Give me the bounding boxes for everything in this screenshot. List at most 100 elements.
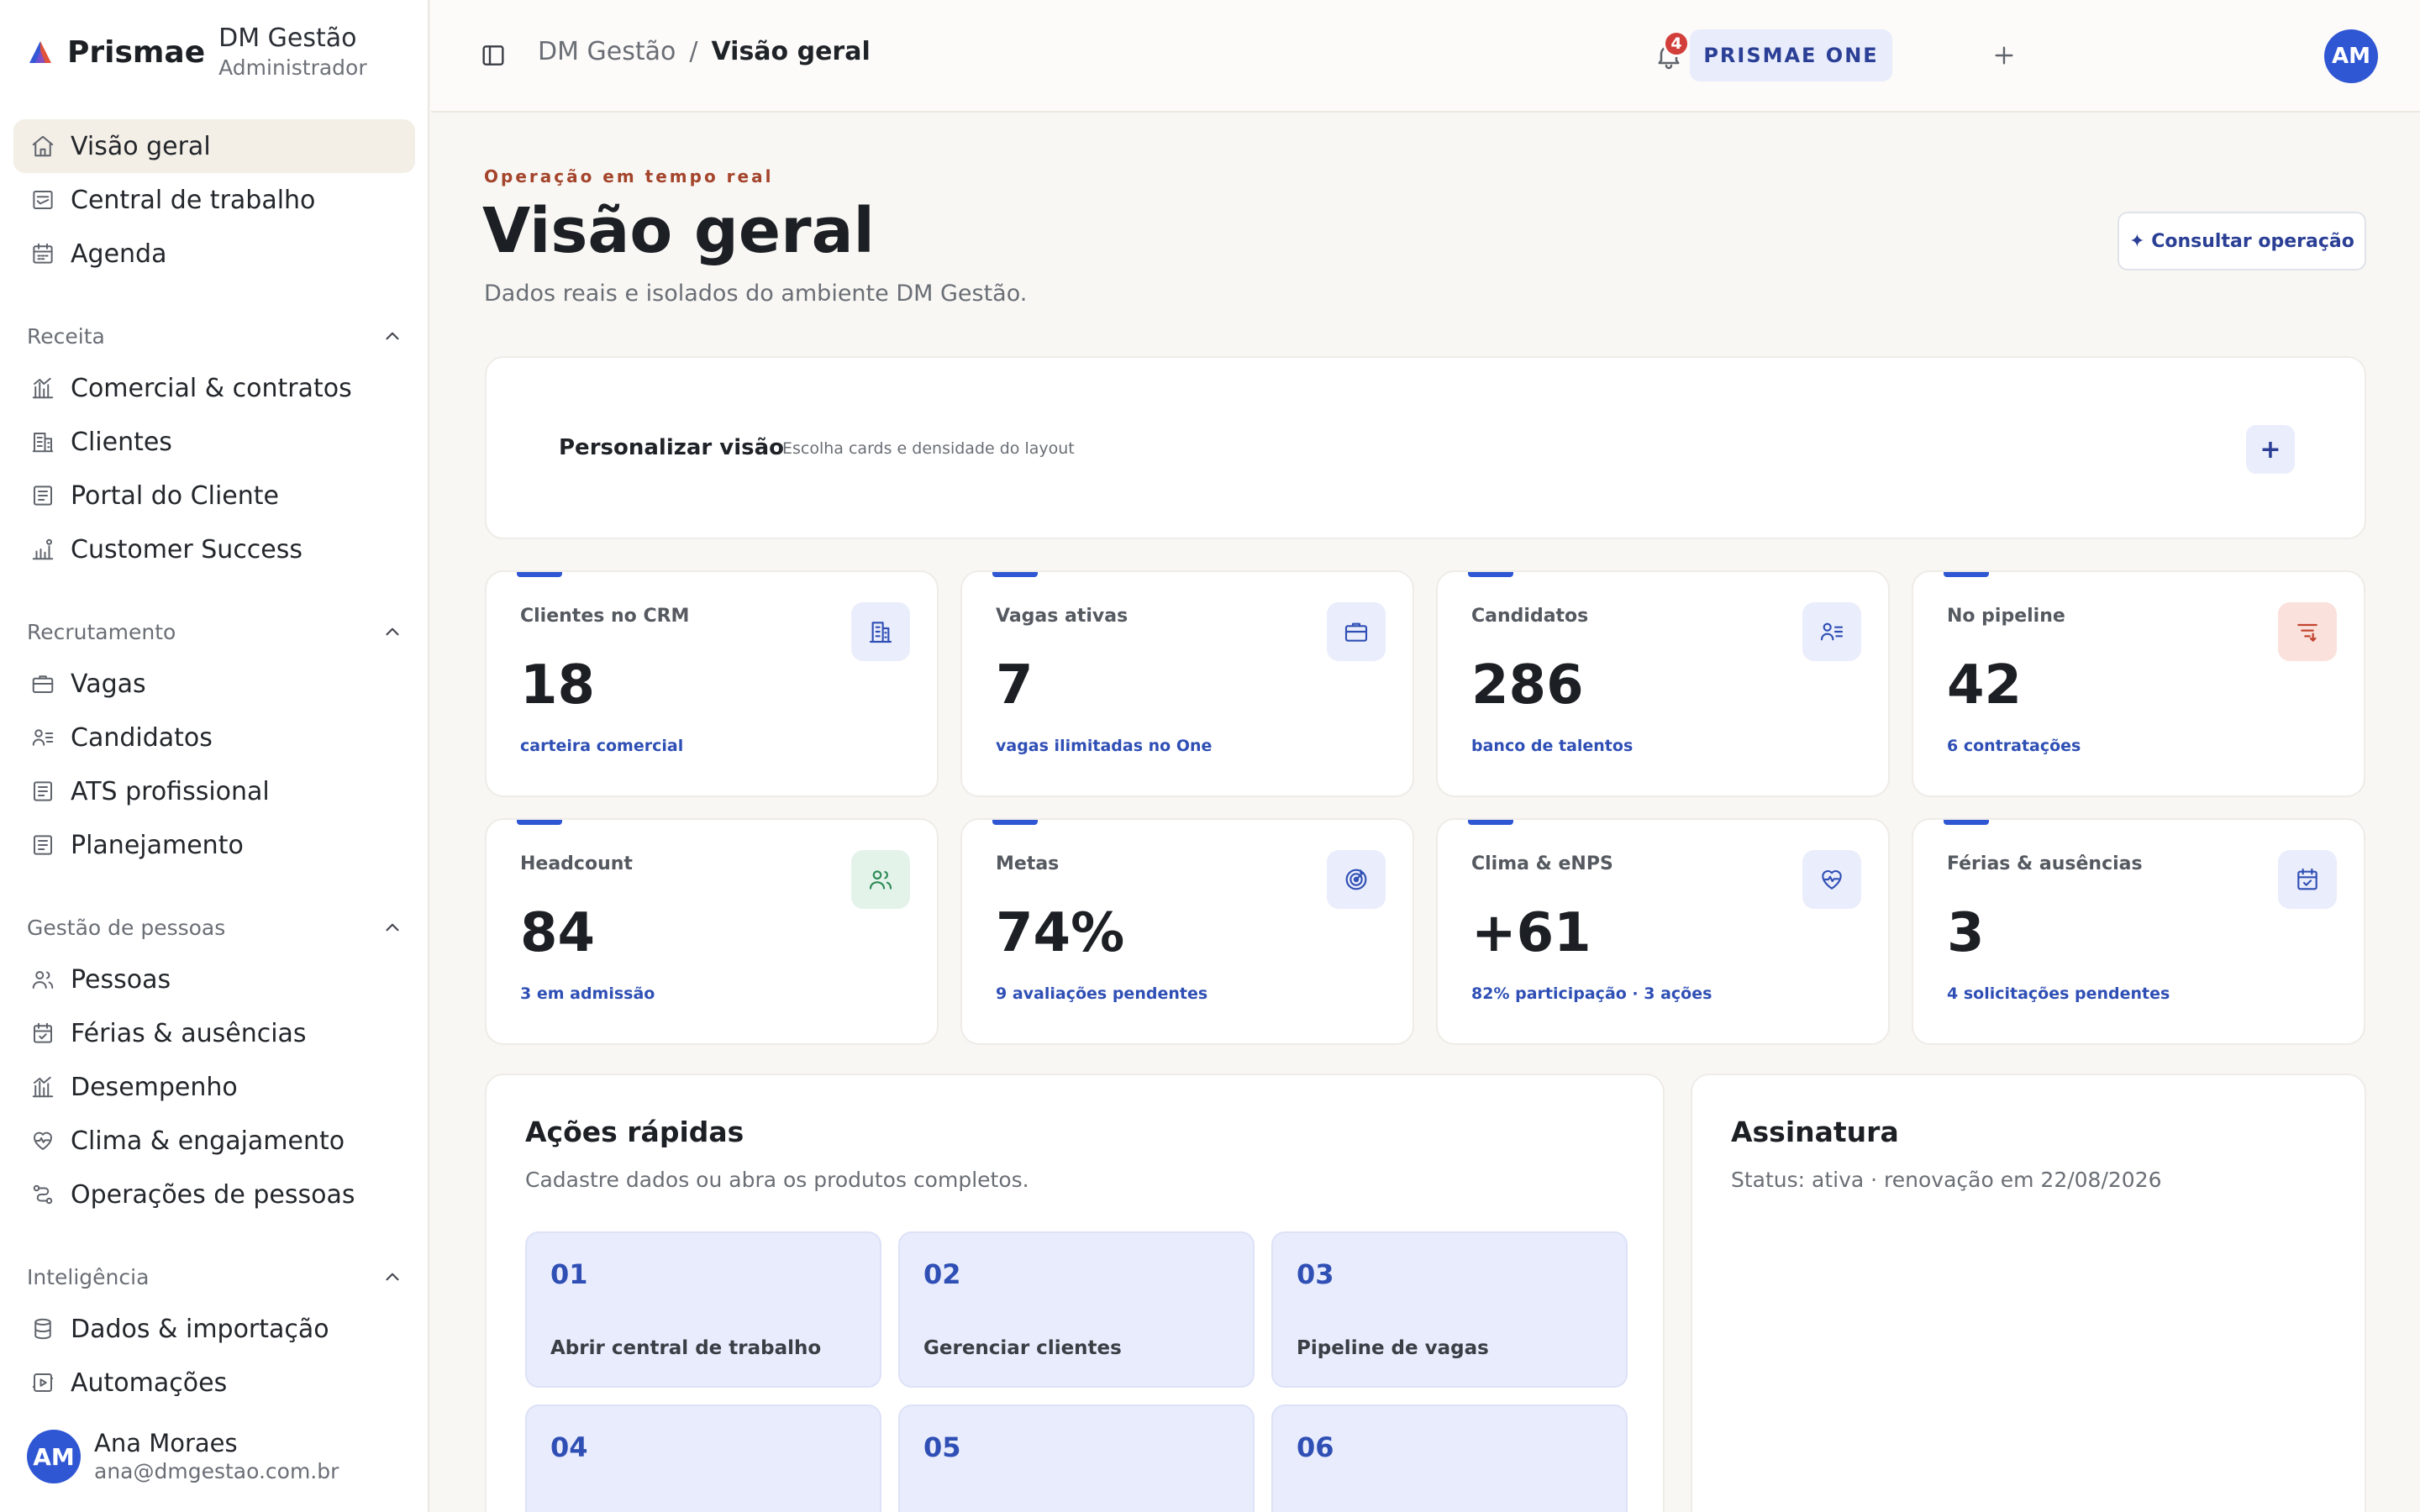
sidebar-item-label: Portal do Cliente	[71, 480, 279, 511]
consult-operation-button[interactable]: ✦ Consultar operação	[2118, 212, 2366, 270]
breadcrumb-parent[interactable]: DM Gestão	[538, 37, 676, 66]
stat-card-headcount[interactable]: Headcount 84 3 em admissão	[485, 818, 939, 1045]
quick-action-tile[interactable]: 01 Abrir central de trabalho	[525, 1231, 881, 1388]
quick-actions-title: Ações rápidas	[525, 1116, 744, 1148]
sidebar-toggle-icon[interactable]	[480, 42, 507, 69]
stat-note: banco de talentos	[1471, 737, 1634, 755]
quick-action-tile[interactable]: 02 Gerenciar clientes	[898, 1231, 1255, 1388]
stat-label: Férias & ausências	[1947, 853, 2143, 874]
plan-button[interactable]: PRISMAE ONE	[1690, 29, 1892, 81]
sidebar-item-central-de-trabalho[interactable]: Central de trabalho	[13, 173, 415, 227]
sidebar-item-dados-importacao[interactable]: Dados & importação	[13, 1302, 415, 1356]
quick-actions-subtitle: Cadastre dados ou abra os produtos compl…	[525, 1168, 1029, 1192]
tile-number: 03	[1297, 1258, 1334, 1290]
plus-icon[interactable]	[1991, 42, 2018, 69]
stat-card-no-pipeline[interactable]: No pipeline 42 6 contratações	[1912, 570, 2365, 797]
brand[interactable]: Prismae DM Gestão Administrador	[27, 22, 367, 82]
stat-icon	[1327, 602, 1386, 661]
page-title: Visão geral	[482, 195, 875, 267]
quick-action-tile[interactable]: 03 Pipeline de vagas	[1271, 1231, 1628, 1388]
quick-action-tile[interactable]: 05	[898, 1404, 1255, 1512]
user-name: Ana Moraes	[94, 1429, 238, 1457]
stat-card-clima-enps[interactable]: Clima & eNPS +61 82% participação · 3 aç…	[1436, 818, 1890, 1045]
sidebar-item-comercial-contratos[interactable]: Comercial & contratos	[13, 361, 415, 415]
building-icon	[869, 622, 892, 643]
sidebar-item-automacoes[interactable]: Automações	[13, 1356, 415, 1410]
users-icon	[869, 870, 892, 890]
stat-card-candidatos[interactable]: Candidatos 286 banco de talentos	[1436, 570, 1890, 797]
sidebar-item-planejamento[interactable]: Planejamento	[13, 818, 415, 872]
tile-number: 05	[923, 1431, 961, 1463]
stat-icon	[851, 602, 910, 661]
chart-bars-icon	[32, 1076, 54, 1098]
sidebar-item-visao-geral[interactable]: Visão geral	[13, 119, 415, 173]
notification-badge: 4	[1663, 30, 1690, 57]
stat-label: Clima & eNPS	[1471, 853, 1613, 874]
brand-name: Prismae	[67, 34, 206, 70]
calendar-check-icon	[34, 1022, 52, 1043]
building-icon	[32, 433, 54, 453]
sidebar-item-clima-engajamento[interactable]: Clima & engajamento	[13, 1114, 415, 1168]
stat-note: 4 solicitações pendentes	[1947, 984, 2170, 1003]
stat-icon	[2278, 602, 2337, 661]
sidebar-section-recrutamento[interactable]: Recrutamento	[27, 613, 403, 650]
briefcase-icon	[1344, 622, 1368, 642]
stat-label: Headcount	[520, 853, 633, 874]
stat-card-clientes-crm[interactable]: Clientes no CRM 18 carteira comercial	[485, 570, 939, 797]
stat-value: +61	[1471, 902, 1591, 964]
workspace-name: DM Gestão	[218, 24, 357, 53]
stat-icon	[1802, 850, 1861, 909]
sidebar-item-candidatos[interactable]: Candidatos	[13, 711, 415, 764]
sidebar-section-inteligencia[interactable]: Inteligência	[27, 1258, 403, 1295]
sidebar-item-pessoas[interactable]: Pessoas	[13, 953, 415, 1006]
section-label: Inteligência	[27, 1264, 150, 1289]
sidebar-section-gestao-de-pessoas[interactable]: Gestão de pessoas	[27, 909, 403, 946]
tile-label: Abrir central de trabalho	[550, 1337, 822, 1359]
calendar-icon	[33, 243, 53, 264]
stat-icon	[1802, 602, 1861, 661]
workspace-role: Administrador	[218, 55, 367, 80]
sidebar-item-customer-success[interactable]: Customer Success	[13, 522, 415, 576]
chevron-up-icon	[386, 627, 399, 636]
workspace-switcher[interactable]: DM Gestão Administrador	[218, 23, 367, 81]
sidebar-item-desempenho[interactable]: Desempenho	[13, 1060, 415, 1114]
add-card-button[interactable]: +	[2246, 425, 2295, 474]
sidebar-item-label: Dados & importação	[71, 1314, 329, 1344]
sidebar-item-agenda[interactable]: Agenda	[13, 227, 415, 281]
sidebar-item-ats-profissional[interactable]: ATS profissional	[13, 764, 415, 818]
sidebar-item-label: Férias & ausências	[71, 1018, 307, 1048]
stat-card-metas[interactable]: Metas 74% 9 avaliações pendentes	[960, 818, 1414, 1045]
sidebar-section-receita[interactable]: Receita	[27, 318, 403, 354]
sidebar-item-label: Comercial & contratos	[71, 373, 352, 403]
stat-label: Clientes no CRM	[520, 606, 690, 627]
sidebar-item-portal-do-cliente[interactable]: Portal do Cliente	[13, 469, 415, 522]
card-accent	[517, 572, 562, 577]
stat-value: 7	[996, 654, 1034, 717]
quick-action-tile[interactable]: 06	[1271, 1404, 1628, 1512]
filter-icon	[2297, 623, 2317, 642]
tile-number: 01	[550, 1258, 588, 1290]
quick-actions-card: Ações rápidas Cadastre dados ou abra os …	[485, 1074, 1665, 1512]
tile-label: Gerenciar clientes	[923, 1337, 1122, 1359]
section-label: Gestão de pessoas	[27, 915, 226, 940]
current-user[interactable]: AM Ana Moraes ana@dmgestao.com.br	[27, 1428, 339, 1485]
heart-pulse-icon	[34, 1131, 52, 1150]
stat-note: 82% participação · 3 ações	[1471, 984, 1712, 1003]
avatar[interactable]: AM	[2324, 29, 2378, 83]
card-accent	[1468, 820, 1513, 825]
stat-value: 286	[1471, 654, 1584, 717]
sidebar-item-label: Candidatos	[71, 722, 213, 753]
sidebar-item-label: Clientes	[71, 427, 172, 457]
stat-card-vagas-ativas[interactable]: Vagas ativas 7 vagas ilimitadas no One	[960, 570, 1414, 797]
stat-card-ferias-ausencias[interactable]: Férias & ausências 3 4 solicitações pend…	[1912, 818, 2365, 1045]
sidebar-item-ferias-ausencias[interactable]: Férias & ausências	[13, 1006, 415, 1060]
stat-label: Metas	[996, 853, 1060, 874]
user-list-icon	[1820, 622, 1844, 641]
stat-note: vagas ilimitadas no One	[996, 737, 1213, 755]
quick-action-tile[interactable]: 04	[525, 1404, 881, 1512]
sidebar-item-vagas[interactable]: Vagas	[13, 657, 415, 711]
sidebar-item-label: Desempenho	[71, 1072, 238, 1102]
sidebar-item-operacoes-de-pessoas[interactable]: Operações de pessoas	[13, 1168, 415, 1221]
sidebar-item-clientes[interactable]: Clientes	[13, 415, 415, 469]
stat-label: Candidatos	[1471, 606, 1589, 627]
